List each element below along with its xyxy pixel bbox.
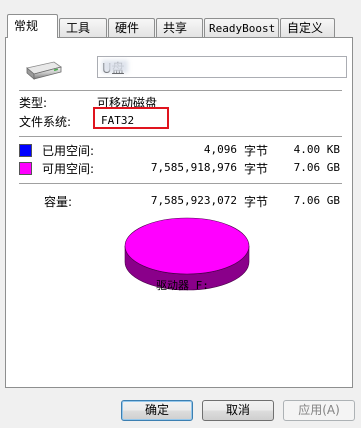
used-space-label: 已用空间: bbox=[42, 144, 95, 158]
tab-readyboost[interactable]: ReadyBoost bbox=[204, 18, 279, 37]
tab-bar: 常规 工具 硬件 共享 ReadyBoost 自定义 bbox=[5, 0, 357, 38]
capacity-bytes: 7,585,923,072 bbox=[150, 194, 237, 207]
free-space-unit: 字节 bbox=[244, 162, 269, 176]
ok-button[interactable]: 确定 bbox=[121, 400, 193, 421]
used-space-unit: 字节 bbox=[244, 144, 269, 158]
used-space-swatch bbox=[19, 144, 32, 157]
free-space-size: 7.06 GB bbox=[293, 161, 340, 174]
tab-hardware[interactable]: 硬件 bbox=[108, 18, 155, 37]
capacity-label: 容量: bbox=[44, 195, 73, 209]
file-system-value: FAT32 bbox=[101, 114, 135, 127]
tab-sharing[interactable]: 共享 bbox=[156, 18, 203, 37]
free-space-swatch bbox=[19, 162, 32, 175]
free-space-label: 可用空间: bbox=[42, 162, 95, 176]
used-space-bytes: 4,096 bbox=[203, 143, 237, 156]
drive-letter-label: 驱动器 F: bbox=[156, 279, 209, 292]
apply-button[interactable]: 应用(A) bbox=[283, 400, 355, 421]
capacity-unit: 字节 bbox=[244, 195, 269, 209]
general-panel: 类型: 可移动磁盘 文件系统: FAT32 已用空间: 4,096 字节 4.0… bbox=[5, 37, 353, 388]
tab-general[interactable]: 常规 bbox=[7, 14, 58, 38]
tab-customize[interactable]: 自定义 bbox=[280, 18, 335, 37]
free-space-bytes: 7,585,918,976 bbox=[150, 161, 237, 174]
capacity-size: 7.06 GB bbox=[293, 194, 340, 207]
divider bbox=[19, 90, 342, 92]
divider bbox=[19, 136, 342, 138]
file-system-label: 文件系统: bbox=[19, 115, 72, 129]
cancel-button[interactable]: 取消 bbox=[202, 400, 274, 421]
drive-name-input[interactable] bbox=[97, 56, 347, 78]
redacted-name-blur bbox=[102, 60, 128, 73]
pie-slice-free bbox=[124, 217, 250, 275]
type-label: 类型: bbox=[19, 96, 48, 110]
divider bbox=[19, 183, 342, 185]
used-space-size: 4.00 KB bbox=[293, 143, 340, 156]
removable-drive-icon bbox=[26, 61, 62, 80]
tab-tools[interactable]: 工具 bbox=[59, 18, 107, 37]
